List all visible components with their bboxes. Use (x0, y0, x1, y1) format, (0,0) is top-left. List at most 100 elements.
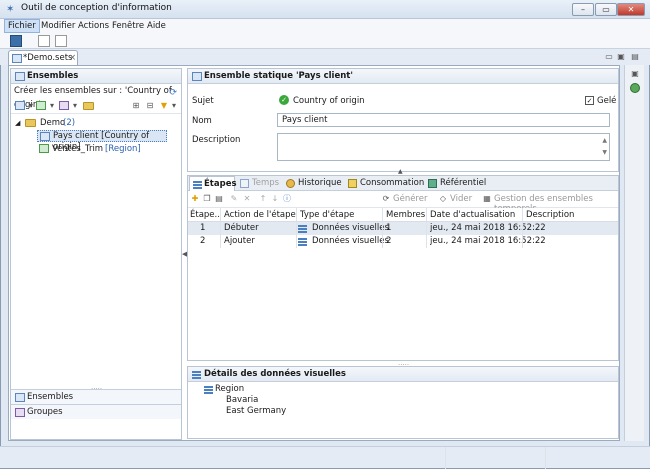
scroll-down-icon[interactable]: ▼ (602, 147, 607, 159)
tab-consommation-label: Consommation (360, 178, 425, 188)
minimize-view-icon[interactable]: ▭ (604, 52, 614, 62)
menu-aide[interactable]: Aide (144, 19, 169, 33)
restore-icon[interactable]: ▣ (630, 69, 640, 79)
tab-temps[interactable]: Temps (238, 176, 280, 191)
tree-expand-icon[interactable]: ◢ (15, 117, 20, 129)
menu-actions[interactable]: Actions (75, 19, 112, 33)
region-icon (204, 386, 213, 394)
collapse-all-icon[interactable]: ⊟ (145, 101, 155, 111)
repository-icon (428, 179, 437, 188)
filter-icon[interactable]: ▼ (159, 101, 169, 111)
sets-panel-title: Ensembles (27, 71, 79, 81)
bottom-tab-groupes[interactable]: Groupes (11, 404, 181, 419)
globe-icon[interactable] (630, 83, 640, 93)
new-folder-icon[interactable] (83, 102, 94, 110)
sash-collapse-icon[interactable]: ▲ (398, 168, 403, 175)
col-date[interactable]: Date d'actualisation (430, 208, 522, 222)
tab-referentiel[interactable]: Référentiel (426, 176, 490, 191)
steps-grid: Étape... Action de l'étape Type d'étape … (188, 208, 618, 358)
col-description[interactable]: Description (526, 208, 606, 222)
tab-consommation[interactable]: Consommation (346, 176, 425, 191)
bottom-tab-groupes-label: Groupes (27, 407, 63, 417)
menu-modifier[interactable]: Modifier (38, 19, 78, 33)
name-input-value: Pays client (282, 115, 328, 125)
new-icon[interactable] (38, 35, 50, 47)
name-input[interactable]: Pays client (277, 113, 610, 127)
tree-node-ventes-trim-label: Ventes_Trim (52, 144, 104, 154)
col-action[interactable]: Action de l'étape (224, 208, 296, 222)
frozen-checkbox[interactable]: ✓ (585, 96, 594, 105)
add-step-icon[interactable]: ✚ (190, 194, 200, 204)
frozen-label: Gelé (597, 96, 617, 106)
restore-view-icon[interactable]: ▤ (630, 52, 640, 62)
row-step: 1 (200, 223, 206, 233)
edit-step-icon[interactable]: ✎ (229, 194, 239, 204)
sets-icon (15, 72, 25, 81)
publish-icon[interactable] (55, 35, 67, 47)
col-etape[interactable]: Étape... (190, 208, 220, 222)
close-button[interactable]: ✕ (617, 3, 645, 16)
expand-all-icon[interactable]: ⊞ (131, 101, 141, 111)
generate-button-label: Générer (393, 194, 428, 204)
tree-node-ventes-trim[interactable]: Ventes_Trim [Region] (37, 143, 167, 155)
title-bar: ✶ Outil de conception d'information – ▭ … (0, 0, 650, 19)
row-step: 2 (200, 236, 206, 246)
main-toolbar (0, 33, 650, 49)
tab-referentiel-label: Référentiel (440, 178, 487, 188)
steps-toolbar: ✚ ❐ ▤ ✎ ✕ ↑ ↓ ⓘ ⟳ Générer ◇ Vider ▦ Gest… (188, 191, 618, 214)
new-set-dropdown-icon[interactable]: ▾ (26, 101, 36, 111)
delete-step-icon[interactable]: ✕ (242, 194, 252, 204)
col-membres[interactable]: Membres (386, 208, 426, 222)
tab-close-icon[interactable]: × (69, 51, 76, 65)
maximize-view-icon[interactable]: ▣ (616, 52, 626, 62)
row-type: Données visuelles (312, 223, 389, 233)
tab-demo-sets-label: *Demo.sets (23, 53, 73, 63)
menu-fenetre[interactable]: Fenêtre (109, 19, 147, 33)
paste-step-icon[interactable]: ▤ (214, 194, 224, 204)
tree-node-pays-client[interactable]: Pays client [Country of origin] (37, 130, 167, 152)
bottom-tab-ensembles[interactable]: Ensembles (11, 389, 181, 404)
save-icon[interactable] (10, 35, 22, 47)
table-row[interactable]: 2 Ajouter Données visuelles 2 jeu., 24 m… (188, 235, 618, 248)
check-circle-icon: ✓ (279, 95, 289, 105)
generate-icon: ⟳ (382, 194, 390, 203)
dynamic-set-dropdown-icon[interactable]: ▾ (47, 101, 57, 111)
new-dynamic-set-icon[interactable] (36, 101, 46, 110)
group-dropdown-icon[interactable]: ▾ (70, 101, 80, 111)
description-input[interactable]: ▲ ▼ (277, 133, 610, 161)
move-up-icon[interactable]: ↑ (258, 194, 268, 204)
folder-icon (25, 119, 36, 127)
editor-tabs: *Demo.sets × ▭ ▣ ▤ (0, 49, 650, 65)
row-members: 1 (386, 223, 392, 233)
sets-tree: ◢ Demo (2) Pays client [Country of origi… (11, 114, 181, 374)
steps-icon (193, 181, 202, 189)
dynamic-set-icon (39, 144, 49, 153)
generate-button[interactable]: ⟳ Générer (383, 194, 428, 204)
filter-dropdown-icon[interactable]: ▾ (169, 101, 179, 111)
visual-details-header: Détails des données visuelles (188, 367, 618, 382)
create-sets-on: Créer les ensembles sur : 'Country of or… (11, 84, 181, 110)
copy-step-icon[interactable]: ❐ (202, 194, 212, 204)
tab-historique[interactable]: Historique (284, 176, 342, 191)
col-type[interactable]: Type d'étape (300, 208, 380, 222)
new-group-icon[interactable] (59, 101, 69, 110)
table-row[interactable]: 1 Débuter Données visuelles 1 jeu., 24 m… (188, 222, 618, 235)
move-down-icon[interactable]: ↓ (270, 194, 280, 204)
static-set-header-icon (192, 72, 202, 81)
tree-node-demo[interactable]: ◢ Demo (2) (15, 117, 175, 129)
maximize-button[interactable]: ▭ (595, 3, 617, 16)
menu-fichier[interactable]: Fichier (4, 19, 40, 33)
visual-data-icon (298, 238, 307, 246)
tab-demo-sets[interactable]: *Demo.sets × (8, 50, 78, 65)
subject-label: Sujet (192, 96, 214, 106)
sets-file-icon (12, 54, 22, 63)
minimize-button[interactable]: – (572, 3, 594, 16)
tab-etapes[interactable]: Étapes (189, 176, 237, 191)
info-icon[interactable]: ⓘ (282, 194, 292, 204)
ensembles-tab-icon (15, 393, 25, 402)
tree-node-demo-label: Demo (40, 118, 66, 128)
subtab-bar: Étapes Temps Historique Consommation Réf… (188, 176, 618, 191)
new-set-icon[interactable] (15, 101, 25, 110)
scroll-up-icon[interactable]: ▲ (602, 135, 607, 147)
empty-button[interactable]: ◇ Vider (440, 194, 472, 204)
